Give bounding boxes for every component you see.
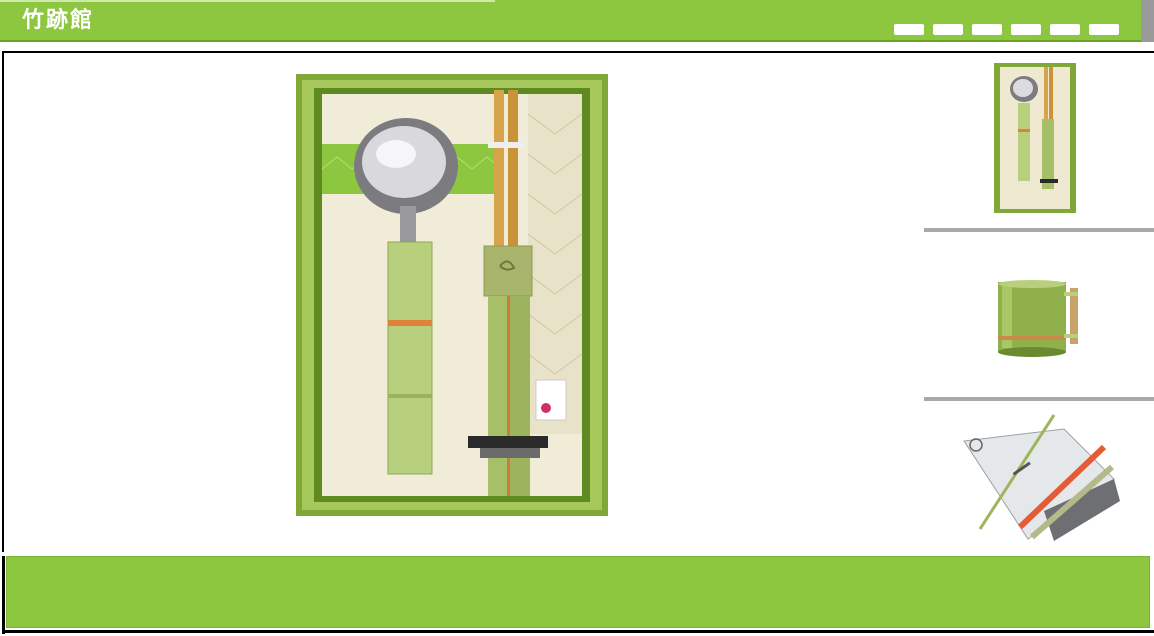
site-footer: [6, 556, 1150, 628]
site-header: 竹跡館: [0, 0, 1141, 42]
nav-button-6[interactable]: [1089, 24, 1119, 35]
thumbnail-bamboo-mug[interactable]: [924, 232, 1154, 397]
thumbnail-image: [963, 414, 1120, 541]
thumbnail-image: [998, 280, 1078, 357]
thumbnail-image: [994, 63, 1076, 213]
nav-button-1[interactable]: [894, 24, 924, 35]
nav-button-2[interactable]: [933, 24, 963, 35]
window-scrollbar[interactable]: [1141, 0, 1154, 42]
nav-button-4[interactable]: [1011, 24, 1041, 35]
frame-bottom-edge: [2, 630, 1154, 633]
header-highlight-line: [0, 0, 495, 2]
nav-button-5[interactable]: [1050, 24, 1080, 35]
site-logo-title[interactable]: 竹跡館: [22, 6, 94, 36]
nav-bar: [894, 24, 1119, 35]
thumbnail-list: [924, 53, 1154, 555]
nav-button-3[interactable]: [972, 24, 1002, 35]
frame-left-edge: [2, 556, 5, 634]
thumbnail-utensil-kit[interactable]: [924, 401, 1154, 555]
featured-product-image: [296, 74, 608, 516]
thumbnail-spoon-chopsticks[interactable]: [924, 53, 1154, 228]
